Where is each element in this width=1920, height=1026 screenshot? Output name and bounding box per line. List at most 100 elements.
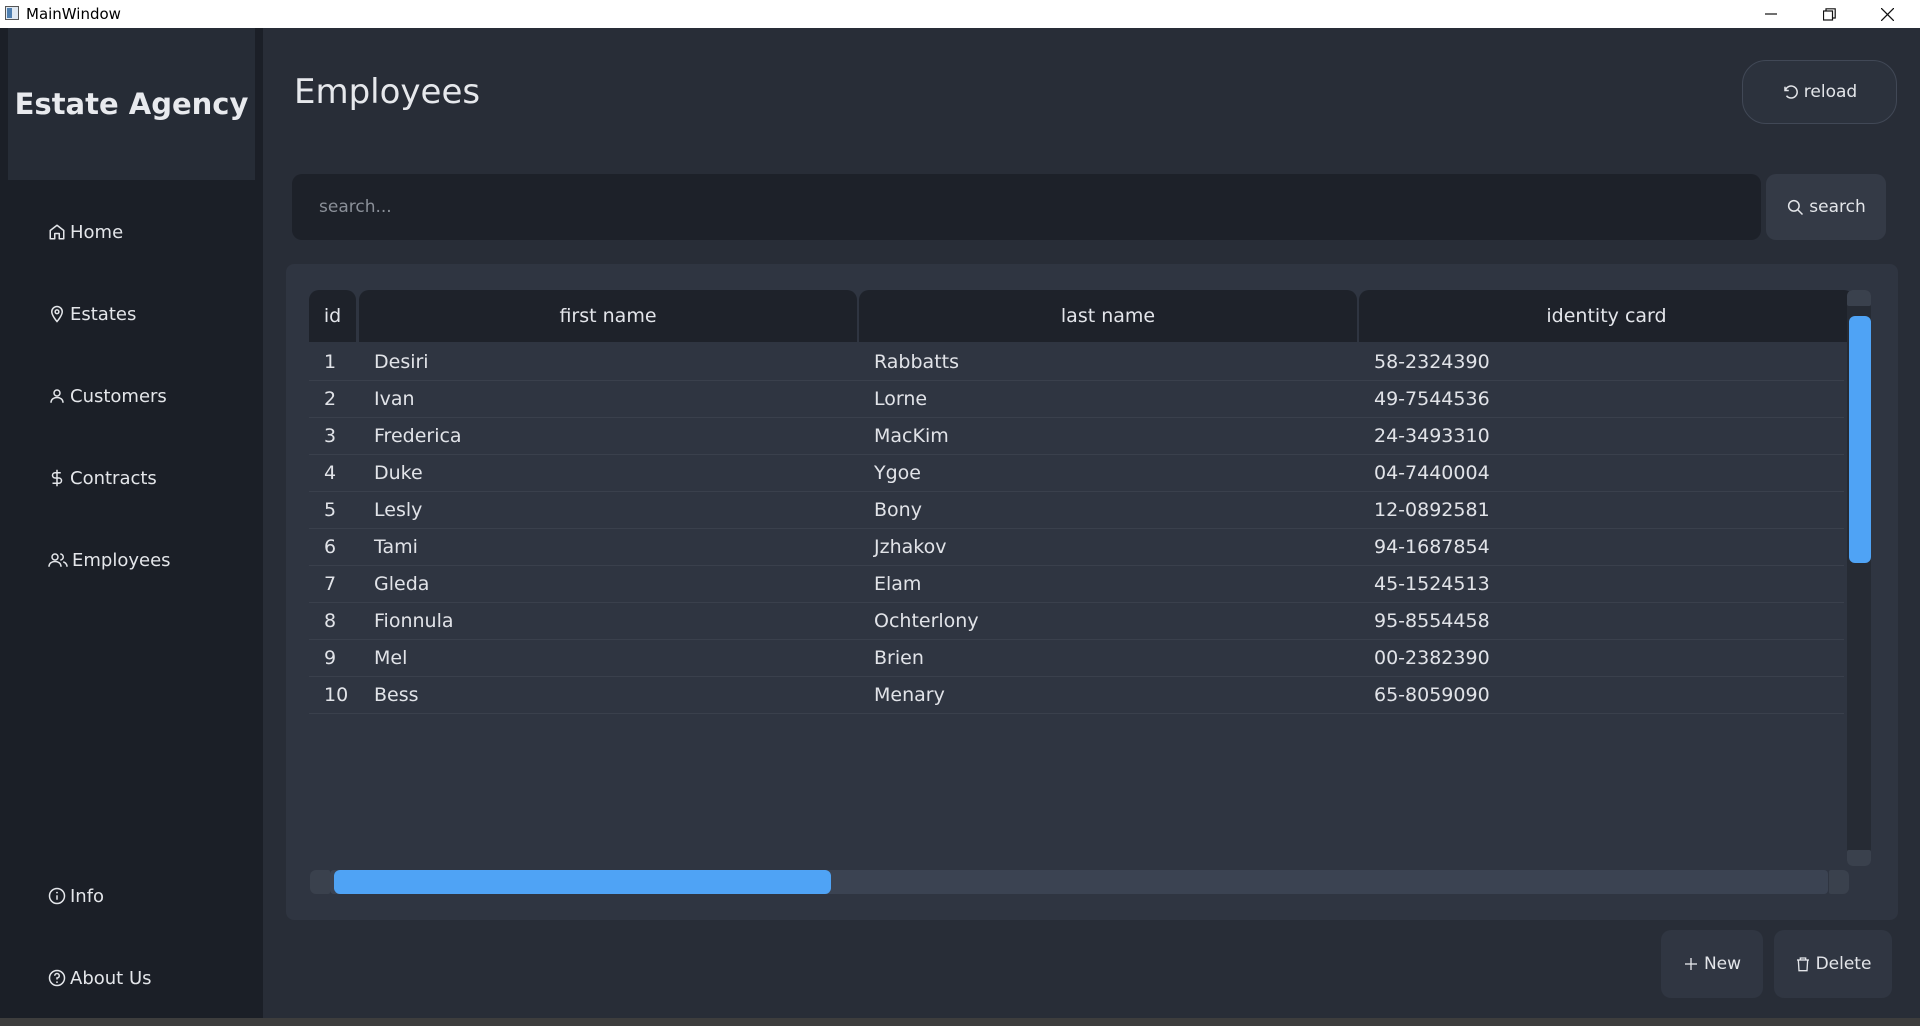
dollar-icon xyxy=(51,469,63,487)
table-cell-id: 4 xyxy=(324,462,337,484)
table-row[interactable]: 4 Duke Ygoe 04-7440004 xyxy=(309,455,1844,492)
table-cell-first-name: Fionnula xyxy=(374,610,454,632)
scroll-up-button[interactable] xyxy=(1847,290,1871,306)
reload-button[interactable]: reload xyxy=(1742,60,1897,124)
brand-title: Estate Agency xyxy=(14,87,249,121)
sidebar-item-label: Customers xyxy=(70,385,167,407)
close-icon xyxy=(1880,7,1894,21)
table-row[interactable]: 6 Tami Jzhakov 94-1687854 xyxy=(309,529,1844,566)
column-header-last-name[interactable]: last name xyxy=(859,290,1357,342)
user-icon xyxy=(50,389,64,403)
bottom-edge xyxy=(0,1018,1920,1026)
table-cell-id: 9 xyxy=(324,647,337,669)
table-row[interactable]: 10 Bess Menary 65-8059090 xyxy=(309,677,1844,714)
table-cell-identity-card: 12-0892581 xyxy=(1374,499,1490,521)
scroll-left-button[interactable] xyxy=(310,870,330,894)
table-cell-id: 7 xyxy=(324,573,337,595)
table-cell-identity-card: 00-2382390 xyxy=(1374,647,1490,669)
table-cell-identity-card: 95-8554458 xyxy=(1374,610,1490,632)
info-icon xyxy=(48,887,66,905)
sidebar-item-about-us[interactable]: About Us xyxy=(48,958,152,998)
close-window-button[interactable] xyxy=(1858,0,1916,28)
table-cell-last-name: Elam xyxy=(874,573,922,595)
table-row[interactable]: 1 Desiri Rabbatts 58-2324390 xyxy=(309,344,1844,381)
search-button[interactable]: search xyxy=(1766,174,1886,240)
table-cell-last-name: Bony xyxy=(874,499,922,521)
restore-button[interactable] xyxy=(1800,0,1858,28)
table-cell-last-name: Lorne xyxy=(874,388,928,410)
table-row[interactable]: 7 Gleda Elam 45-1524513 xyxy=(309,566,1844,603)
reload-label: reload xyxy=(1803,82,1858,102)
table-cell-first-name: Desiri xyxy=(374,351,429,373)
sidebar: Estate Agency Home Estates Customers Con… xyxy=(0,28,263,1018)
sidebar-item-home[interactable]: Home xyxy=(48,212,123,252)
help-circle-icon xyxy=(48,969,66,987)
table-cell-first-name: Frederica xyxy=(374,425,462,447)
sidebar-item-label: About Us xyxy=(70,967,152,989)
table-cell-identity-card: 24-3493310 xyxy=(1374,425,1490,447)
column-header-id[interactable]: id xyxy=(309,290,356,342)
page-title: Employees xyxy=(294,72,481,112)
minimize-icon xyxy=(1765,13,1777,15)
scroll-right-button[interactable] xyxy=(1829,870,1849,894)
table-cell-last-name: Ochterlony xyxy=(874,610,979,632)
employees-table: id first name last name identity card 1 D… xyxy=(286,264,1898,920)
sidebar-item-customers[interactable]: Customers xyxy=(48,376,167,416)
sidebar-item-label: Info xyxy=(70,885,105,907)
scroll-down-button[interactable] xyxy=(1847,850,1871,866)
search-button-label: search xyxy=(1809,197,1866,217)
search-input[interactable] xyxy=(292,174,1761,240)
delete-button-label: Delete xyxy=(1815,954,1872,974)
table-row[interactable]: 8 Fionnula Ochterlony 95-8554458 xyxy=(309,603,1844,640)
sidebar-item-label: Estates xyxy=(70,303,137,325)
brand-panel: Estate Agency xyxy=(8,28,255,180)
delete-button[interactable]: Delete xyxy=(1774,930,1892,998)
table-cell-first-name: Lesly xyxy=(374,499,423,521)
table-cell-last-name: MacKim xyxy=(874,425,949,447)
main-content: Employees reload search id first name la… xyxy=(263,28,1920,1018)
table-row[interactable]: 9 Mel Brien 00-2382390 xyxy=(309,640,1844,677)
table-cell-first-name: Gleda xyxy=(374,573,430,595)
map-pin-icon xyxy=(50,305,64,323)
sidebar-item-estates[interactable]: Estates xyxy=(48,294,136,334)
vertical-scroll-thumb[interactable] xyxy=(1849,316,1871,563)
table-cell-first-name: Duke xyxy=(374,462,423,484)
table-cell-identity-card: 04-7440004 xyxy=(1374,462,1490,484)
sidebar-item-label: Home xyxy=(70,221,124,243)
table-cell-last-name: Rabbatts xyxy=(874,351,959,373)
table-cell-last-name: Ygoe xyxy=(874,462,921,484)
table-cell-first-name: Bess xyxy=(374,684,419,706)
table-cell-id: 3 xyxy=(324,425,337,447)
table-cell-id: 8 xyxy=(324,610,337,632)
table-cell-first-name: Ivan xyxy=(374,388,415,410)
sidebar-item-contracts[interactable]: Contracts xyxy=(48,458,157,498)
sidebar-item-label: Employees xyxy=(72,549,171,571)
horizontal-scroll-thumb[interactable] xyxy=(334,870,831,894)
new-button[interactable]: New xyxy=(1661,930,1763,998)
restore-icon xyxy=(1822,7,1836,21)
table-cell-id: 2 xyxy=(324,388,337,410)
table-cell-last-name: Menary xyxy=(874,684,945,706)
sidebar-item-employees[interactable]: Employees xyxy=(48,540,171,580)
new-button-label: New xyxy=(1703,954,1742,974)
column-header-first-name[interactable]: first name xyxy=(359,290,857,342)
title-bar: MainWindow xyxy=(0,0,1920,29)
table-cell-identity-card: 65-8059090 xyxy=(1374,684,1490,706)
table-cell-id: 10 xyxy=(324,684,349,706)
table-cell-id: 6 xyxy=(324,536,337,558)
table-row[interactable]: 3 Frederica MacKim 24-3493310 xyxy=(309,418,1844,455)
table-body: 1 Desiri Rabbatts 58-2324390 2 Ivan Lorne 49-75… xyxy=(309,344,1844,714)
table-cell-first-name: Tami xyxy=(374,536,418,558)
table-cell-last-name: Brien xyxy=(874,647,924,669)
sidebar-item-info[interactable]: Info xyxy=(48,876,104,916)
reload-icon xyxy=(1784,85,1798,99)
table-row[interactable]: 2 Ivan Lorne 49-7544536 xyxy=(309,381,1844,418)
plus-icon xyxy=(1684,958,1697,970)
minimize-button[interactable] xyxy=(1742,0,1800,28)
table-cell-id: 1 xyxy=(324,351,337,373)
column-header-identity-card[interactable]: identity card xyxy=(1359,290,1854,342)
table-row[interactable]: 5 Lesly Bony 12-0892581 xyxy=(309,492,1844,529)
search-icon xyxy=(1788,199,1804,216)
table-cell-identity-card: 45-1524513 xyxy=(1374,573,1490,595)
table-cell-identity-card: 49-7544536 xyxy=(1374,388,1490,410)
